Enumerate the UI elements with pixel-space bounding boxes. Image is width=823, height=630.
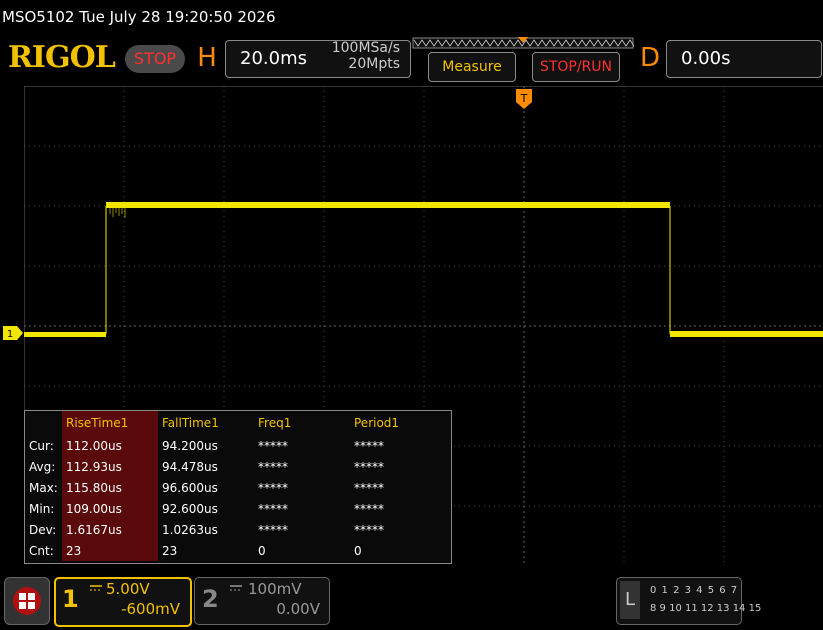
trigger-marker-icon[interactable]: T [515,88,533,110]
trigger-marker-label: T [520,92,528,105]
table-row: Cnt: 23 23 0 0 [25,540,446,561]
run-status-badge[interactable]: STOP [125,45,185,73]
channel-1-number: 1 [62,585,79,613]
rigol-logo: RIGOL [8,40,116,75]
table-row: Avg: 112.93us 94.478us ***** ***** [25,456,446,477]
channel-2-offset: 0.00V [276,600,320,618]
header-freq: Freq1 [258,416,292,430]
measurement-table: RiseTime1 FallTime1 Freq1 Period1 Cur: 1… [24,410,452,564]
la-channels-row-1: 0 1 2 3 4 5 6 7 [650,585,739,596]
delay-menu-letter[interactable]: D [636,40,664,76]
dc-coupling-icon [230,585,242,591]
header-risetime: RiseTime1 [62,411,158,435]
la-channels-row-2: 8 9 10 11 12 13 14 15 [650,603,762,614]
horizontal-menu-letter[interactable]: H [193,40,221,76]
dc-coupling-icon [90,585,102,591]
channel-2-number: 2 [202,585,219,613]
header-falltime: FallTime1 [162,416,219,430]
channel-1-offset-marker[interactable]: 1 [3,326,23,340]
channel-1-offset: -600mV [121,600,180,618]
title-bar: MSO5102 Tue July 28 19:20:50 2026 [2,8,276,26]
channel-1-marker-label: 1 [7,329,13,340]
memory-depth: 20Mpts [348,56,400,72]
main-menu-button[interactable] [4,577,50,625]
channel-1-scale: 5.00V [106,580,150,598]
table-row: Cur: 112.00us 94.200us ***** ***** [25,435,446,456]
timebase-value: 20.0ms [240,48,307,69]
menu-grid-icon [13,587,41,615]
memory-position-bar [412,37,634,49]
header-period: Period1 [354,416,400,430]
table-row: Dev: 1.6167us 1.0263us ***** ***** [25,519,446,540]
stop-run-button[interactable]: STOP/RUN [532,52,620,82]
channel-2-scale: 100mV [248,580,302,598]
measure-button[interactable]: Measure [428,52,516,82]
table-row: Max: 115.80us 96.600us ***** ***** [25,477,446,498]
logic-analyzer-letter: L [620,581,640,619]
delay-value: 0.00s [681,48,731,69]
table-row: Min: 109.00us 92.600us ***** ***** [25,498,446,519]
sample-rate: 100MSa/s [331,40,400,56]
